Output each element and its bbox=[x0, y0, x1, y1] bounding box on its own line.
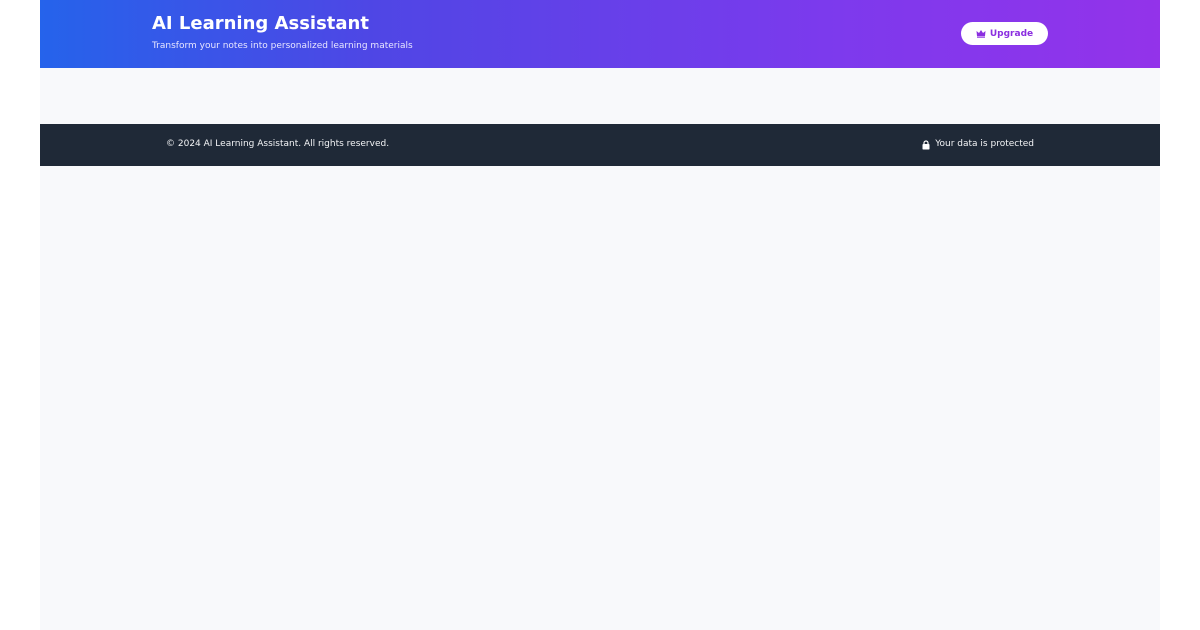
lock-icon bbox=[922, 139, 930, 150]
upgrade-button-label: Upgrade bbox=[989, 28, 1034, 39]
data-protected-notice: Your data is protected bbox=[922, 138, 1034, 151]
app-footer: © 2024 AI Learning Assistant. All rights… bbox=[40, 124, 1160, 166]
app-subtitle: Transform your notes into personalized l… bbox=[152, 41, 413, 51]
data-protected-text: Your data is protected bbox=[935, 139, 1034, 149]
app-header: AI Learning Assistant Transform your not… bbox=[40, 0, 1160, 68]
crown-icon bbox=[976, 29, 986, 39]
app-container: AI Learning Assistant Transform your not… bbox=[40, 0, 1160, 630]
upgrade-button[interactable]: Upgrade bbox=[961, 22, 1048, 45]
app-title: AI Learning Assistant bbox=[152, 13, 369, 34]
copyright-text: © 2024 AI Learning Assistant. All rights… bbox=[166, 139, 390, 149]
